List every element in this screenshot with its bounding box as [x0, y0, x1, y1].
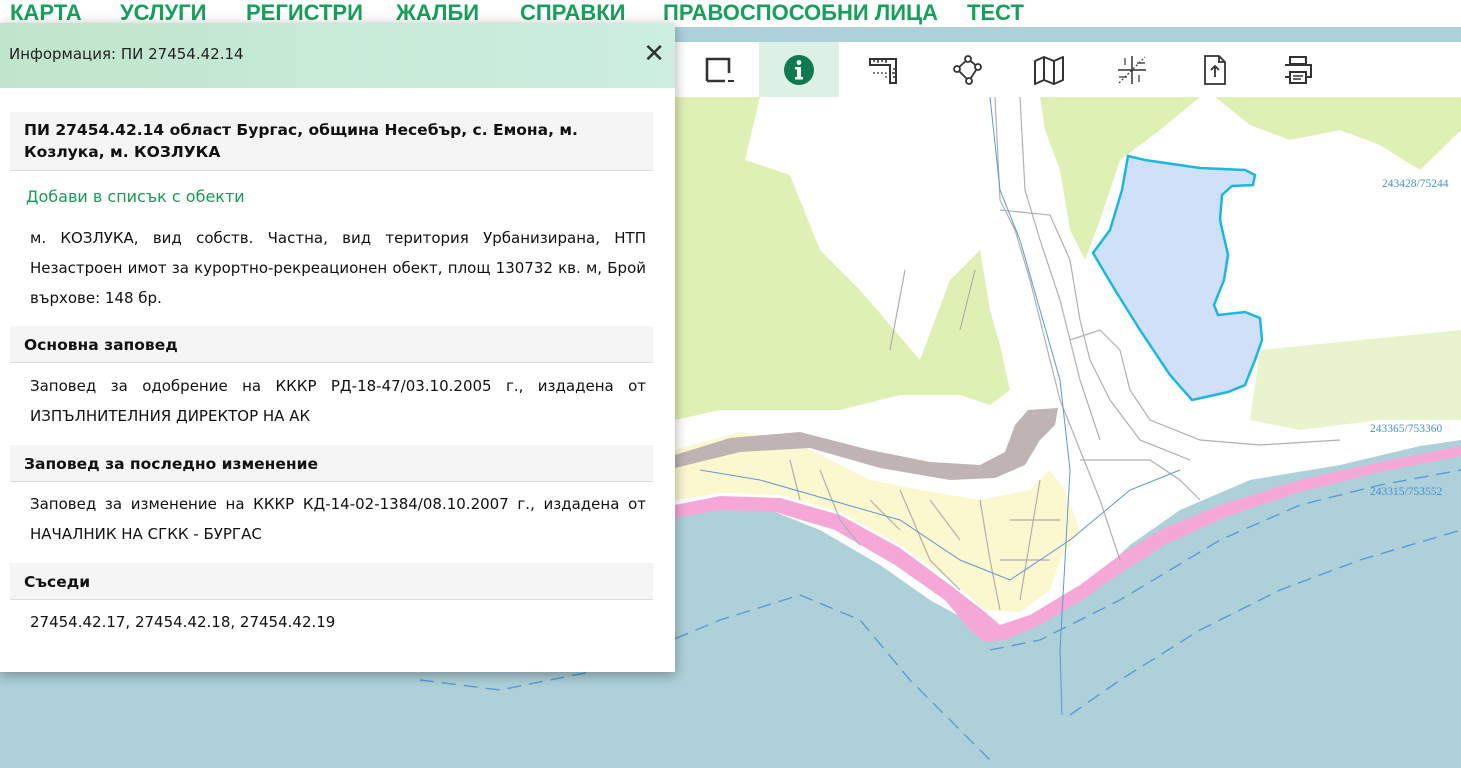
nav-item-test[interactable]: ТЕСТ	[967, 0, 1024, 26]
select-rectangle-button[interactable]	[678, 42, 758, 97]
polygon-area-icon	[953, 54, 982, 85]
export-button[interactable]	[1175, 42, 1255, 97]
map-layers-icon	[1034, 55, 1064, 85]
info-panel: Информация: ПИ 27454.42.14 ✕ ПИ 27454.42…	[0, 23, 675, 672]
select-rectangle-icon	[705, 57, 734, 82]
area-button[interactable]	[926, 42, 1006, 97]
coordinates-button[interactable]	[1092, 42, 1172, 97]
print-button[interactable]	[1258, 42, 1338, 97]
parcel-heading: ПИ 27454.42.14 област Бургас, община Нес…	[10, 112, 653, 171]
section-text-main-order: Заповед за одобрение на КККР РД-18-47/03…	[30, 377, 646, 425]
export-document-icon	[1204, 54, 1226, 85]
panel-title: Информация: ПИ 27454.42.14	[9, 45, 244, 63]
coord-label-2: 243365/753360	[1370, 423, 1442, 435]
close-icon[interactable]: ✕	[643, 40, 665, 68]
section-heading-neighbours: Съседи	[10, 563, 653, 600]
parcel-description: м. КОЗЛУКА, вид собств. Частна, вид тери…	[30, 229, 646, 307]
info-button[interactable]	[759, 42, 839, 97]
measure-button[interactable]	[843, 42, 923, 97]
section-heading-main-order: Основна заповед	[10, 326, 653, 363]
map-layers-button[interactable]	[1009, 42, 1089, 97]
add-to-list-link[interactable]: Добави в списък с обекти	[26, 187, 245, 206]
coord-label-3: 243315/753552	[1370, 486, 1442, 498]
info-icon	[784, 54, 814, 85]
panel-header: Информация: ПИ 27454.42.14 ✕	[0, 23, 675, 88]
measure-ruler-icon	[869, 57, 897, 84]
coord-label-1: 243428/75244	[1382, 178, 1449, 190]
section-text-neighbours: 27454.42.17, 27454.42.18, 27454.42.19	[30, 613, 336, 631]
coordinates-crosshair-icon	[1118, 55, 1146, 84]
print-icon	[1285, 55, 1312, 84]
map-toolbar	[675, 42, 1461, 97]
section-heading-last-change: Заповед за последно изменение	[10, 445, 653, 482]
nav-item-pravosposobni-lica[interactable]: ПРАВОСПОСОБНИ ЛИЦА	[663, 0, 938, 26]
section-text-last-change: Заповед за изменение на КККР КД-14-02-13…	[30, 495, 646, 543]
